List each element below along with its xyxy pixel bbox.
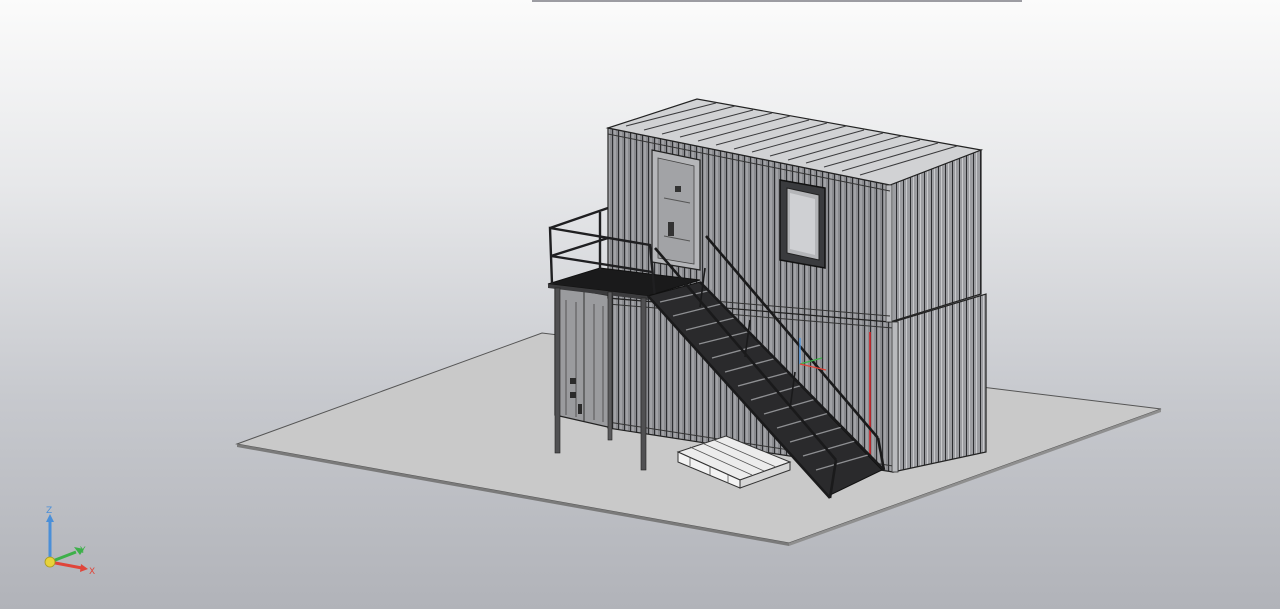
support-post-front <box>640 297 647 471</box>
model-scene[interactable]: Z Y X <box>0 0 1280 609</box>
cad-3d-viewport[interactable]: Z Y X <box>0 0 1280 609</box>
triad-origin-icon <box>44 556 56 568</box>
upper-container-window[interactable] <box>779 179 826 269</box>
lower-container-doors[interactable] <box>554 285 613 429</box>
support-post-back <box>607 291 613 441</box>
x-axis-arrow-icon <box>80 564 88 572</box>
y-axis-label: Y <box>79 546 86 556</box>
axis-triad: Z Y X <box>44 506 95 577</box>
x-axis-label: X <box>89 567 95 577</box>
support-post-left <box>554 287 561 454</box>
z-axis-label: Z <box>46 506 52 516</box>
